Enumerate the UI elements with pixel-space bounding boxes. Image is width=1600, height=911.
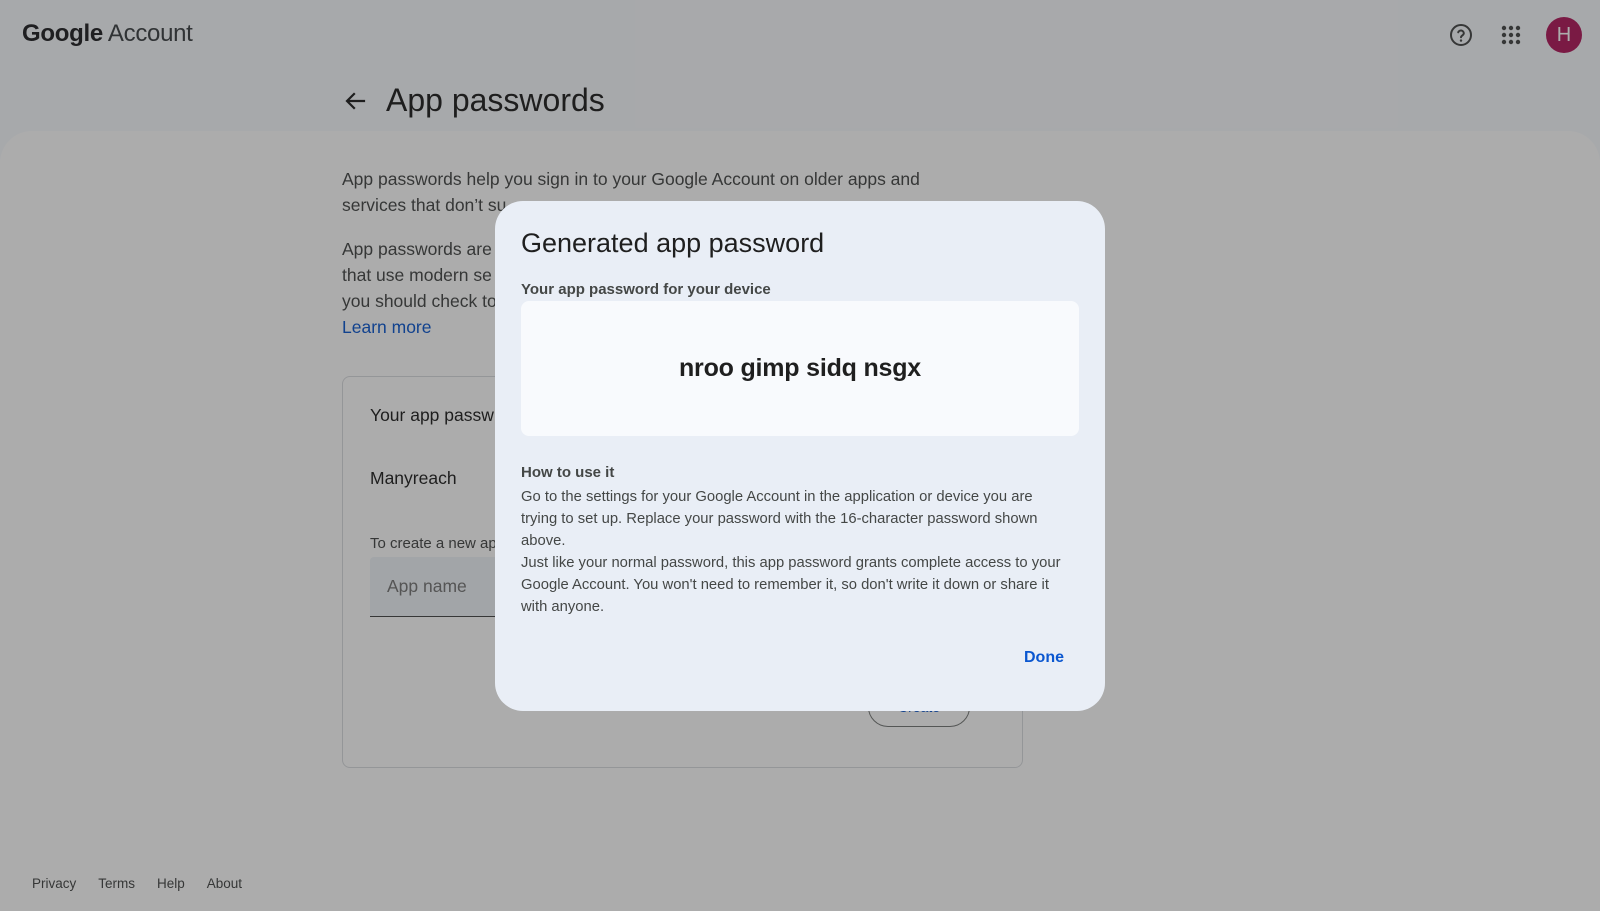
password-box: nroo gimp sidq nsgx <box>521 301 1079 436</box>
generated-password-dialog: Generated app password Your app password… <box>495 201 1105 711</box>
dialog-subtitle: Your app password for your device <box>521 281 771 298</box>
done-button[interactable]: Done <box>1004 638 1084 678</box>
generated-password[interactable]: nroo gimp sidq nsgx <box>679 354 921 383</box>
dialog-title: Generated app password <box>521 228 825 258</box>
howto-paragraph-2: Just like your normal password, this app… <box>521 555 1061 615</box>
howto-text: Go to the settings for your Google Accou… <box>521 486 1071 618</box>
howto-paragraph-1: Go to the settings for your Google Accou… <box>521 489 1038 549</box>
howto-heading: How to use it <box>521 464 615 481</box>
